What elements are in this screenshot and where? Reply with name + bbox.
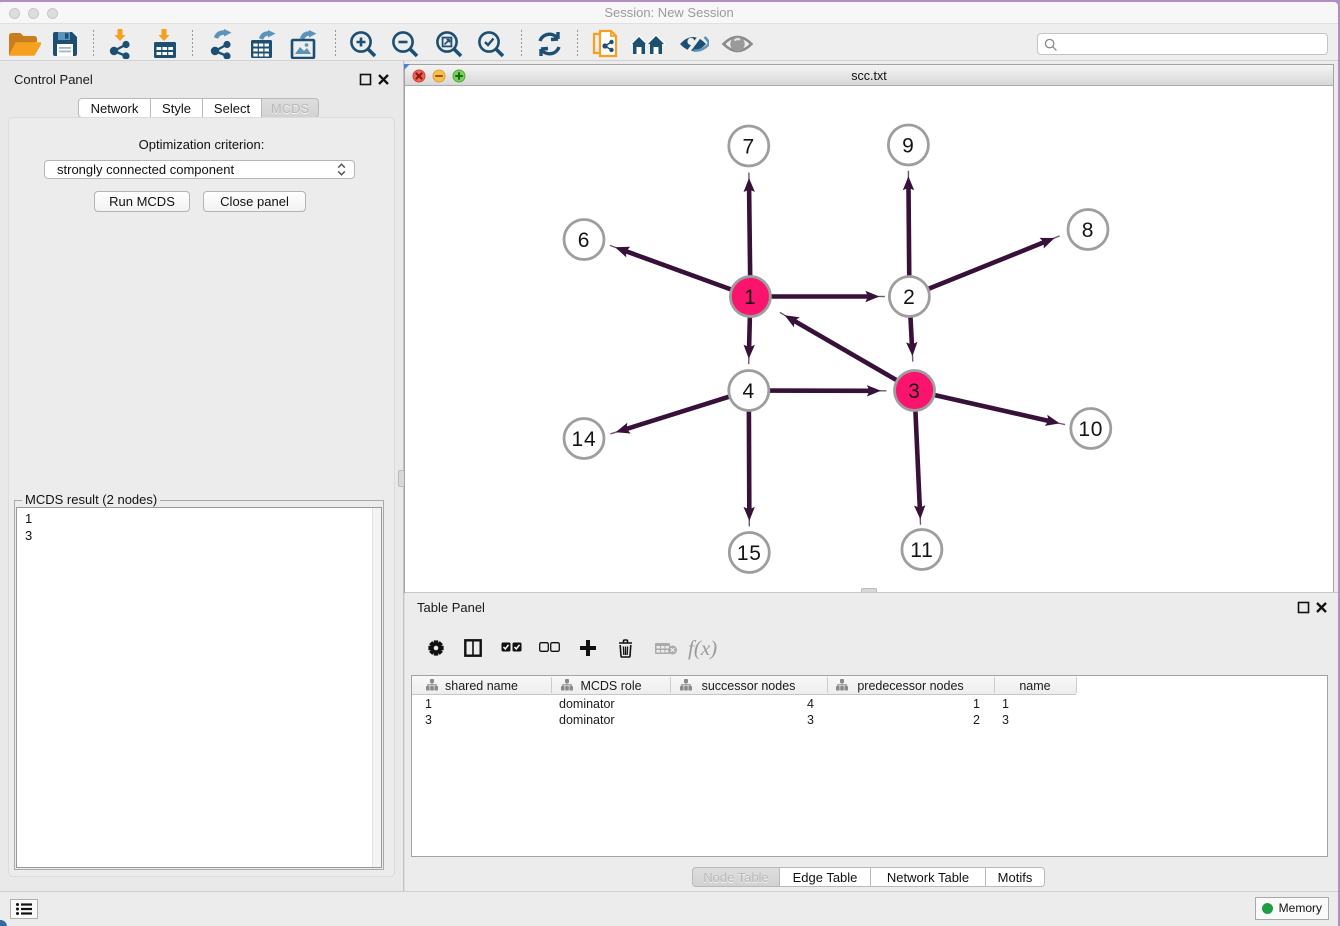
svg-text:1: 1 <box>744 286 756 309</box>
svg-text:9: 9 <box>902 134 914 157</box>
svg-text:15: 15 <box>737 542 762 565</box>
svg-text:10: 10 <box>1078 418 1103 441</box>
svg-text:2: 2 <box>903 286 915 309</box>
svg-text:6: 6 <box>578 229 590 252</box>
svg-text:14: 14 <box>572 428 597 451</box>
svg-text:3: 3 <box>908 380 920 403</box>
svg-text:8: 8 <box>1082 219 1094 242</box>
svg-text:11: 11 <box>910 539 933 562</box>
svg-text:4: 4 <box>743 380 755 403</box>
svg-text:7: 7 <box>743 135 755 158</box>
